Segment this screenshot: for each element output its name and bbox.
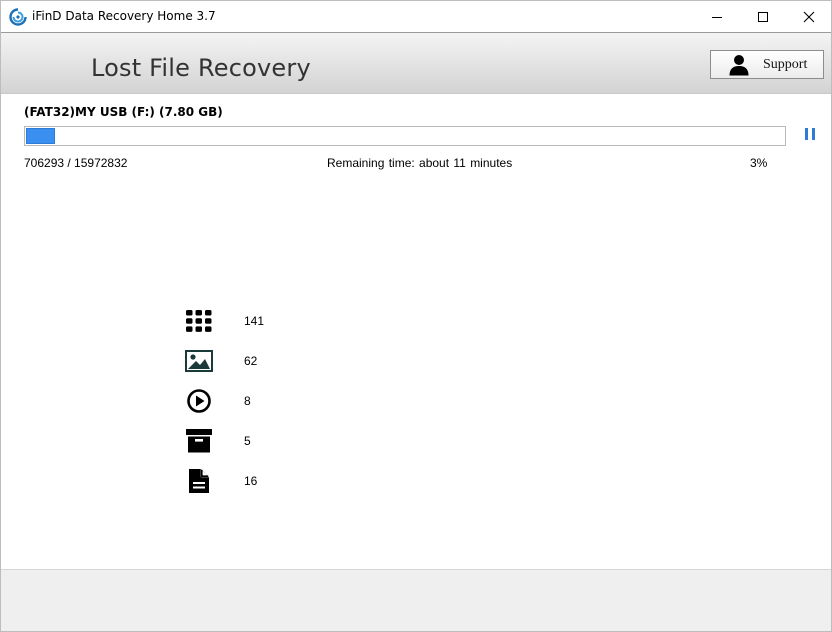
close-icon	[803, 11, 815, 22]
maximize-button[interactable]	[740, 1, 786, 32]
minimize-icon	[712, 16, 722, 18]
app-logo-icon	[9, 8, 27, 26]
image-icon	[184, 346, 214, 376]
progress-percent: 3%	[750, 156, 768, 170]
progress-fill	[26, 128, 55, 144]
support-button[interactable]: Support	[710, 50, 824, 79]
pause-icon	[805, 128, 808, 140]
document-icon	[184, 466, 214, 496]
drive-label: (FAT32)MY USB (F:) (7.80 GB)	[24, 105, 223, 119]
maximize-icon	[758, 11, 768, 22]
category-count: 62	[244, 354, 258, 368]
video-play-icon	[184, 386, 214, 416]
page-title: Lost File Recovery	[91, 54, 311, 82]
close-button[interactable]	[786, 1, 832, 32]
header-band: Lost File Recovery Support	[1, 32, 831, 94]
category-archives[interactable]: 5	[184, 426, 304, 456]
footer-bar	[1, 569, 831, 631]
user-icon	[729, 54, 749, 75]
category-count: 8	[244, 394, 251, 408]
remaining-time: Remaining time: about 11 minutes	[327, 156, 513, 170]
category-count: 16	[244, 474, 258, 488]
support-label: Support	[763, 56, 808, 72]
all-files-grid-icon	[184, 306, 214, 336]
category-count: 5	[244, 434, 251, 448]
scanned-count: 706293 / 15972832	[24, 156, 128, 170]
archive-icon	[184, 426, 214, 456]
scan-progress-bar	[24, 126, 786, 146]
category-documents[interactable]: 16	[184, 466, 304, 496]
pause-icon-bar	[812, 128, 815, 140]
category-videos[interactable]: 8	[184, 386, 304, 416]
category-images[interactable]: 62	[184, 346, 304, 376]
category-all-files[interactable]: 141	[184, 306, 304, 336]
title-bar[interactable]: iFinD Data Recovery Home 3.7	[1, 1, 831, 32]
app-window: iFinD Data Recovery Home 3.7 Lost File R…	[0, 0, 832, 632]
category-count: 141	[244, 314, 265, 328]
pause-button[interactable]	[803, 127, 817, 143]
minimize-button[interactable]	[694, 1, 740, 32]
window-title: iFinD Data Recovery Home 3.7	[32, 9, 216, 23]
